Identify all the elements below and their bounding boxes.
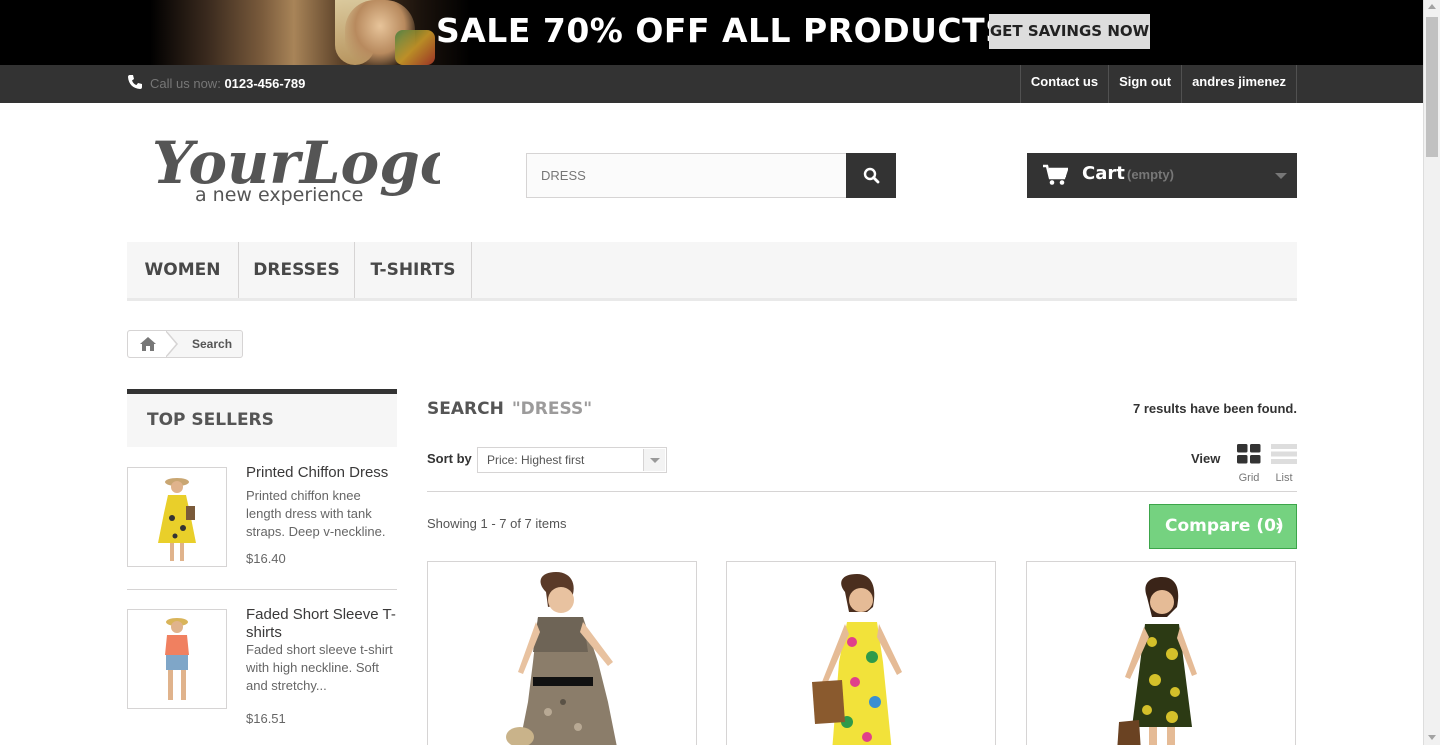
list-icon — [1271, 444, 1297, 464]
call-us-text: Call us now: 0123-456-789 — [150, 76, 305, 91]
get-savings-button[interactable]: GET SAVINGS NOW — [989, 14, 1150, 49]
sort-selected-value: Price: Highest first — [487, 453, 585, 467]
view-label: View — [1191, 451, 1221, 466]
product-thumbnail[interactable] — [127, 609, 227, 709]
showing-count: Showing 1 - 7 of 7 items — [427, 516, 567, 531]
grid-caption: Grid — [1238, 472, 1260, 484]
product-card[interactable] — [726, 561, 996, 745]
scroll-thumb[interactable] — [1426, 17, 1438, 157]
product-image — [812, 574, 902, 745]
chevron-right-icon: › — [1274, 516, 1282, 536]
contact-us-link[interactable]: Contact us — [1021, 65, 1110, 103]
top-sellers-title[interactable]: TOP SELLERS — [127, 389, 397, 447]
product-image — [506, 572, 617, 745]
chevron-down-icon — [1275, 173, 1287, 179]
search-input[interactable]: DRESS — [526, 153, 847, 198]
menu-item-dresses[interactable]: DRESSES — [239, 242, 355, 298]
call-us-label: Call us now: — [150, 76, 221, 91]
sign-out-link[interactable]: Sign out — [1109, 65, 1183, 103]
account-link[interactable]: andres jimenez — [1182, 65, 1297, 103]
chevron-down-icon — [643, 449, 665, 471]
logo-tagline: a new experience — [195, 184, 363, 206]
phone-icon — [128, 75, 142, 89]
grid-icon — [1237, 444, 1261, 464]
top-nav-bar: Call us now: 0123-456-789 Contact us Sig… — [0, 65, 1423, 103]
list-caption: List — [1275, 472, 1293, 484]
menu-item-tshirts[interactable]: T-SHIRTS — [355, 242, 472, 298]
compare-label: Compare (0) — [1165, 516, 1284, 536]
heading-label: SEARCH — [427, 399, 504, 419]
product-card[interactable] — [1026, 561, 1296, 745]
page-scrollbar[interactable] — [1423, 0, 1440, 745]
list-view-toggle[interactable]: List — [1271, 444, 1297, 484]
breadcrumb: Search — [127, 330, 243, 358]
search-button[interactable] — [846, 153, 896, 198]
phone-number: 0123-456-789 — [224, 76, 306, 91]
dress-image — [158, 478, 196, 561]
scroll-down-arrow[interactable] — [1428, 735, 1436, 740]
product-name[interactable]: Faded Short Sleeve T-shirts — [246, 606, 398, 642]
tshirt-image — [165, 618, 189, 700]
header-user-links: Contact us Sign out andres jimenez — [1019, 65, 1297, 103]
product-description: Faded short sleeve t-shirt with high nec… — [246, 642, 393, 693]
compare-button[interactable]: Compare (0) › — [1149, 504, 1297, 549]
product-description: Printed chiffon knee length dress with t… — [246, 488, 386, 539]
divider — [427, 491, 1297, 492]
scroll-up-arrow[interactable] — [1428, 4, 1436, 9]
promo-banner[interactable]: SALE 70% OFF ALL PRODUCTS GET SAVINGS NO… — [0, 0, 1423, 65]
sort-select[interactable]: Price: Highest first — [477, 447, 667, 473]
cart-label: Cart — [1082, 163, 1125, 184]
site-logo[interactable]: YourLogo a new experience — [150, 125, 440, 210]
cart-icon — [1043, 164, 1068, 185]
product-thumbnail[interactable] — [127, 467, 227, 567]
product-price: $16.40 — [246, 551, 286, 566]
search-query: "DRESS" — [511, 399, 593, 419]
results-count: 7 results have been found. — [1133, 401, 1297, 416]
divider — [127, 589, 397, 590]
sort-label: Sort by — [427, 451, 472, 466]
main-menu: WOMEN DRESSES T-SHIRTS — [127, 242, 1297, 301]
product-price: $16.51 — [246, 711, 286, 726]
search-form: DRESS — [526, 153, 896, 198]
search-icon — [863, 167, 880, 184]
product-card[interactable] — [427, 561, 697, 745]
grid-view-toggle[interactable]: Grid — [1236, 444, 1262, 484]
page-heading: SEARCH "DRESS" — [427, 399, 592, 419]
product-name[interactable]: Printed Chiffon Dress — [246, 464, 398, 482]
home-icon — [140, 337, 156, 351]
banner-headline: SALE 70% OFF ALL PRODUCTS — [436, 11, 1010, 50]
cart-block[interactable]: Cart (empty) — [1027, 153, 1297, 198]
top-seller-item: Faded Short Sleeve T-shirts Faded short … — [127, 606, 398, 745]
breadcrumb-separator-fill — [165, 331, 176, 357]
breadcrumb-home[interactable] — [128, 331, 168, 357]
cart-status: (empty) — [1127, 167, 1174, 182]
product-image — [1117, 577, 1197, 745]
banner-model-image — [150, 0, 470, 65]
top-seller-item: Printed Chiffon Dress Printed chiffon kn… — [127, 464, 398, 607]
menu-item-women[interactable]: WOMEN — [127, 242, 239, 298]
breadcrumb-current: Search — [192, 337, 233, 351]
